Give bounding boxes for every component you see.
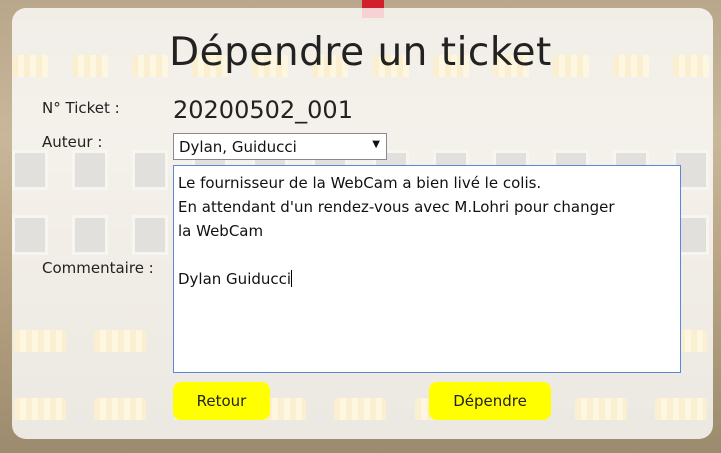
comment-line-text: En attendant d'un rendez-vous avec M.Loh… <box>178 198 615 216</box>
page-title: Dépendre un ticket <box>169 30 552 75</box>
comment-line: Dylan Guiducci <box>178 267 680 291</box>
author-select[interactable]: Dylan, Guiducci ▼ <box>173 133 387 160</box>
ticket-number-label: N° Ticket : <box>42 99 120 117</box>
author-select-value: Dylan, Guiducci <box>179 138 297 156</box>
comment-label: Commentaire : <box>42 259 154 277</box>
submit-depend-button[interactable]: Dépendre <box>429 382 551 420</box>
comment-line: la WebCam <box>178 219 680 243</box>
comment-line-text: la WebCam <box>178 222 264 240</box>
author-label: Auteur : <box>42 133 103 151</box>
comment-line <box>178 243 680 267</box>
comment-line-text: Le fournisseur de la WebCam a bien livé … <box>178 174 542 192</box>
chevron-down-icon[interactable]: ▼ <box>372 139 380 150</box>
back-button[interactable]: Retour <box>173 382 270 420</box>
comment-line-text: Dylan Guiducci <box>178 270 292 288</box>
comment-line: Le fournisseur de la WebCam a bien livé … <box>178 171 680 195</box>
ticket-number-value: 20200502_001 <box>173 96 353 124</box>
comment-textarea[interactable]: Le fournisseur de la WebCam a bien livé … <box>173 165 681 373</box>
text-caret <box>291 270 293 287</box>
comment-line: En attendant d'un rendez-vous avec M.Loh… <box>178 195 680 219</box>
